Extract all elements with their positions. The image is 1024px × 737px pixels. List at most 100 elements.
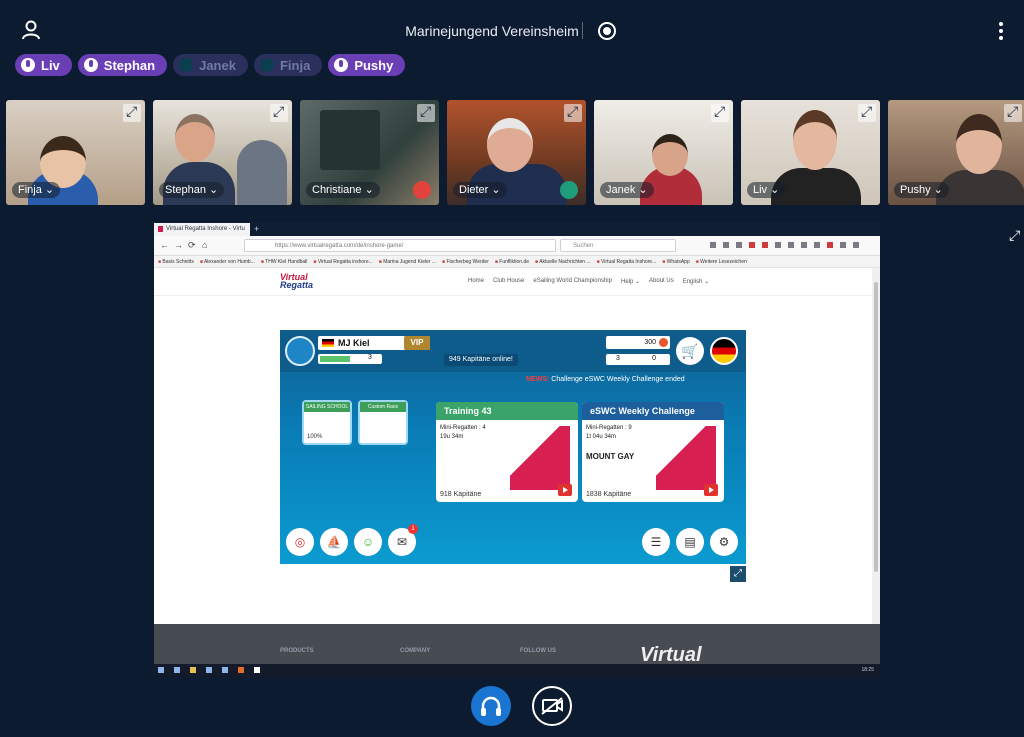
browser-search-field[interactable]: Suchen: [560, 239, 676, 252]
leaderboard-icon[interactable]: ▤: [676, 528, 704, 556]
app-icon[interactable]: [222, 667, 228, 673]
reload-icon[interactable]: ⟳: [188, 240, 196, 251]
video-tile-janek[interactable]: Janek ⌄: [594, 100, 733, 205]
vip-badge: VIP: [404, 336, 430, 350]
muted-indicator: [179, 58, 194, 72]
boat-icon[interactable]: ⛵: [320, 528, 348, 556]
browser-toolbar: ← → ⟳ ⌂ https://www.virtualregatta.com/d…: [154, 236, 880, 256]
bookmark[interactable]: Basis Schnitts: [158, 259, 193, 267]
forward-icon[interactable]: →: [174, 240, 183, 250]
new-tab-icon[interactable]: +: [254, 224, 259, 234]
news-ticker: NEWS: Challenge eSWC Weekly Challenge en…: [526, 376, 685, 383]
nav-help[interactable]: Help ⌄: [621, 278, 640, 285]
site-logo[interactable]: Virtual Regatta: [280, 273, 324, 291]
participant-name: Dieter ⌄: [453, 182, 507, 198]
bookmark[interactable]: Virtual Regatta inshore...: [313, 259, 373, 267]
video-tile-dieter[interactable]: Dieter ⌄: [447, 100, 586, 205]
firefox-icon[interactable]: [238, 667, 244, 673]
coins: 300: [606, 336, 670, 349]
participant-chip-liv[interactable]: Liv: [15, 54, 72, 76]
start-icon[interactable]: [158, 667, 164, 673]
list-icon[interactable]: ☰: [642, 528, 670, 556]
nav-club-house[interactable]: Club House: [493, 278, 524, 285]
bookmark[interactable]: Funfliktion.de: [495, 259, 529, 267]
bookmark[interactable]: Virtual Regatta Inshore...: [597, 259, 656, 267]
participant-chips: Liv Stephan Janek Finja Pushy: [15, 54, 406, 76]
shared-screen[interactable]: Virtual Regatta Inshore - Virtu + ← → ⟳ …: [154, 222, 880, 677]
fullscreen-icon[interactable]: ⤢: [730, 566, 746, 582]
play-button[interactable]: [704, 484, 718, 496]
video-tile-finja[interactable]: Finja ⌄: [6, 100, 145, 205]
site-footer: PRODUCTS COMPANY FOLLOW US Virtual: [154, 624, 880, 666]
sailing-school-card[interactable]: SAILING SCHOOL 100%: [302, 400, 352, 445]
expand-icon[interactable]: [1004, 103, 1022, 122]
bookmark[interactable]: WhatsApp: [662, 259, 690, 267]
windows-taskbar: 18:25: [154, 664, 880, 677]
language-flag-icon[interactable]: [710, 337, 738, 365]
camera-toggle-button[interactable]: [532, 686, 572, 726]
participant-chip-finja[interactable]: Finja: [253, 54, 323, 76]
bookmark[interactable]: THW Kiel Handball: [261, 259, 307, 267]
bookmark[interactable]: Aktuelle Nachrichten ...: [535, 259, 590, 267]
video-tile-stephan[interactable]: Stephan ⌄: [153, 100, 292, 205]
record-icon[interactable]: [598, 22, 616, 40]
home-icon[interactable]: ⌂: [202, 240, 207, 250]
settings-gear-icon[interactable]: ⚙: [710, 528, 738, 556]
url-bar[interactable]: https://www.virtualregatta.com/de/inshor…: [244, 239, 556, 252]
participant-chip-janek[interactable]: Janek: [173, 54, 248, 76]
expand-icon[interactable]: [123, 103, 141, 122]
expand-icon[interactable]: [858, 103, 876, 122]
screenshare-expand-icon[interactable]: ⤢: [1009, 228, 1023, 242]
site-header: Virtual Regatta Home Club House eSailing…: [154, 268, 872, 296]
bookmark[interactable]: Weitere Lesezeichen: [696, 259, 747, 267]
explorer-icon[interactable]: [190, 667, 196, 673]
expand-icon[interactable]: [270, 103, 288, 122]
browser-tab[interactable]: Virtual Regatta Inshore - Virtu: [154, 223, 250, 236]
headphones-icon: [560, 181, 578, 199]
expand-icon[interactable]: [417, 103, 435, 122]
video-tile-liv[interactable]: Liv ⌄: [741, 100, 880, 205]
lifebuoy-icon[interactable]: ◎: [286, 528, 314, 556]
taskbar-clock: 18:25: [861, 667, 874, 673]
microphone-icon: [83, 58, 98, 72]
bookmark[interactable]: Fischerbeg Werder: [442, 259, 488, 267]
german-flag-icon: [322, 339, 334, 347]
player-avatar[interactable]: [285, 336, 315, 366]
race-card-eswc[interactable]: eSWC Weekly Challenge Mini-Regatten : 91…: [582, 402, 724, 502]
shop-cart-icon[interactable]: 🛒: [676, 337, 704, 365]
friends-icon[interactable]: ☺: [354, 528, 382, 556]
boat-image: [510, 426, 570, 490]
app-icon[interactable]: [254, 667, 260, 673]
expand-icon[interactable]: [711, 103, 729, 122]
video-tiles: Finja ⌄ Stephan ⌄ Christiane ⌄ Dieter ⌄ …: [6, 100, 1024, 205]
nav-home[interactable]: Home: [468, 278, 484, 285]
search-icon[interactable]: [174, 667, 180, 673]
bookmark[interactable]: Alexander von Humb...: [200, 259, 255, 267]
participant-name: Liv ⌄: [747, 182, 786, 198]
camera-off-icon: [541, 697, 563, 715]
game-canvas[interactable]: MJ Kiel VIP 3 949 Kapitäne online! 300 3…: [280, 330, 746, 564]
participant-chip-stephan[interactable]: Stephan: [77, 54, 168, 76]
video-tile-christiane[interactable]: Christiane ⌄: [300, 100, 439, 205]
play-button[interactable]: [558, 484, 572, 496]
room-title: Marinejungend Vereinsheim: [405, 23, 579, 39]
participant-name: Janek ⌄: [600, 182, 654, 198]
race-card-training[interactable]: Training 43 Mini-Regatten : 4 19u 34m 918…: [436, 402, 578, 502]
expand-icon[interactable]: [564, 103, 582, 122]
page-scrollbar[interactable]: [872, 268, 880, 624]
more-options-icon[interactable]: [996, 22, 1006, 40]
app-icon[interactable]: [206, 667, 212, 673]
bookmark[interactable]: Marina Jugend Kieler ...: [379, 259, 436, 267]
participant-chip-pushy[interactable]: Pushy: [328, 54, 406, 76]
headphones-icon: [481, 696, 501, 716]
audio-button[interactable]: [471, 686, 511, 726]
participant-name: Christiane ⌄: [306, 182, 380, 198]
game-bottom-bar: ◎ ⛵ ☺ ✉ 1 ☰ ▤ ⚙: [280, 524, 746, 564]
video-tile-pushy[interactable]: Pushy ⌄: [888, 100, 1024, 205]
nav-language[interactable]: English ⌄: [683, 278, 709, 285]
nav-esailing[interactable]: eSailing World Championship: [533, 278, 612, 285]
custom-race-card[interactable]: Custom Race: [358, 400, 408, 445]
nav-about[interactable]: About Us: [649, 278, 674, 285]
back-icon[interactable]: ←: [160, 240, 169, 250]
muted-indicator: [259, 58, 274, 72]
